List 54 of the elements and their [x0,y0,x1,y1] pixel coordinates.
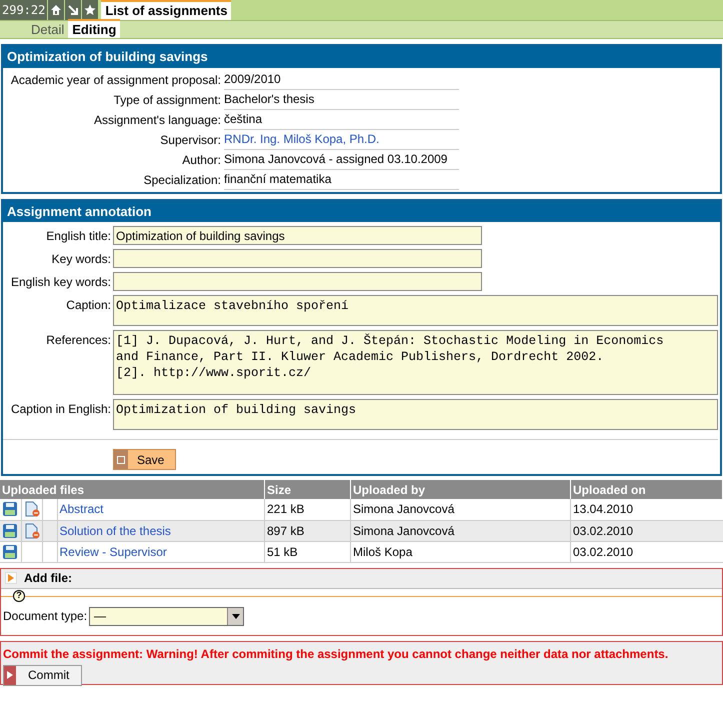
field-label: Assignment's language: [92,112,222,128]
panel-title: Optimization of building savings [3,46,720,68]
table-cell: 03.02.2010 [570,541,722,562]
panel-title: Assignment annotation [3,200,720,222]
play-icon[interactable] [5,572,17,584]
field-value: finanční matematika [224,170,459,190]
input-field[interactable] [113,272,482,291]
file-link[interactable]: Review - Supervisor [60,544,167,558]
panel-title: Add file: [24,570,72,587]
table-cell: 51 kB [264,541,350,562]
caret-icon [227,608,244,624]
home-icon[interactable] [48,0,64,20]
input-field[interactable] [113,249,482,268]
field-label: Key words: [50,251,112,268]
field-value: 2009/2010 [224,70,459,90]
input-field[interactable]: Optimization of building savings [113,226,482,245]
field-label: English title: [45,228,112,245]
table-cell: Miloš Kopa [350,541,570,562]
table-cell: 897 kB [264,520,350,541]
table-cell: 13.04.2010 [570,499,722,520]
text-area[interactable]: Optimalizace stavebního spoření [113,295,718,326]
field-label: Specialization: [142,172,222,188]
field-label: Academic year of assignment proposal: [10,72,222,88]
file-link[interactable]: Abstract [60,502,104,516]
warning-text: Commit the assignment: Warning! After commiting the assignment you cannot change neither data nor attachments. [3,646,670,662]
help-icon[interactable]: ? [13,590,25,602]
field-value[interactable]: RNDr. Ing. Miloš Kopa, Ph.D. [224,130,459,150]
tab[interactable]: Editing [68,19,120,38]
commit-button[interactable]: Commit [3,664,82,686]
tab[interactable]: Detail [27,21,68,38]
field-value: Simona Janovcová - assigned 03.10.2009 [224,150,459,170]
table-cell: 221 kB [264,499,350,520]
text-area[interactable]: [1] J. Dupacová, J. Hurt, and J. Štepán: Stochastic Modeling in Economics and Finance, Part II. Kluwer Academic Publishers, Dordrecht 2002. [2]. http://www.sporit.cz/ [113,330,718,395]
field-label: Document type: [3,608,88,625]
save-button[interactable]: Save [113,449,176,470]
document-type-dropdown[interactable]: — [89,606,244,626]
field-label: Author: [181,152,222,168]
field-label: Caption: [65,297,112,314]
table-cell: Simona Janovcová [350,499,570,520]
table-cell: Simona Janovcová [350,520,570,541]
timer: 299:22 [0,0,48,20]
field-value: čeština [224,110,459,130]
save-icon [114,450,128,469]
text-area[interactable]: Optimization of building savings [113,399,718,430]
field-label: Supervisor: [159,132,222,148]
field-label: English key words: [10,274,112,291]
field-label: Type of assignment: [112,92,222,108]
field-value: Bachelor's thesis [224,90,459,110]
file-link[interactable]: Solution of the thesis [60,524,171,538]
table-cell: 03.02.2010 [570,520,722,541]
commit-icon [4,666,16,684]
tab[interactable]: List of assignments [101,0,232,20]
field-label: References: [45,332,112,349]
field-label: Caption in English: [10,401,112,418]
